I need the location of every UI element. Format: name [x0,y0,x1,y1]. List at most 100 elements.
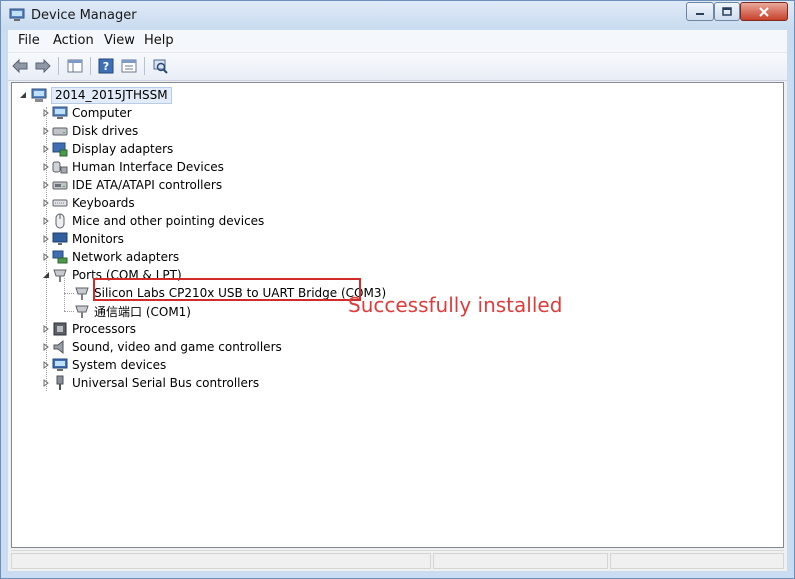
tree-item-label: Display adapters [72,142,174,156]
properties-icon [121,59,137,73]
expand-arrow-icon[interactable] [41,163,50,172]
minimize-icon [696,12,704,15]
tree-item-label: Sound, video and game controllers [72,340,282,354]
collapse-arrow-icon[interactable] [41,271,50,280]
expand-arrow-icon[interactable] [41,325,50,334]
tree-item-system-devices[interactable]: System devices [41,356,166,374]
properties-button[interactable] [120,57,138,75]
keyboard-icon [52,195,68,211]
expand-arrow-icon[interactable] [41,253,50,262]
processor-icon [52,321,68,337]
usb-icon [52,375,68,391]
display-adapter-icon [52,141,68,157]
tree-item-label: Network adapters [72,250,180,264]
tree-item-label: Computer [72,106,132,120]
tree-item-label: Disk drives [72,124,139,138]
monitor-icon [52,231,68,247]
expand-arrow-icon[interactable] [41,379,50,388]
collapse-arrow-icon[interactable] [18,91,27,100]
tree-line [64,311,74,312]
computer-icon [31,87,47,103]
back-icon [12,59,28,73]
expand-arrow-icon[interactable] [41,127,50,136]
ide-controller-icon [52,177,68,193]
tree-item-keyboards[interactable]: Keyboards [41,194,135,212]
mouse-icon [52,213,68,229]
status-bar [11,550,784,571]
help-button[interactable]: ? [97,57,115,75]
close-icon [759,6,769,17]
show-hide-console-tree-button[interactable] [66,57,84,75]
tree-item-label: System devices [72,358,167,372]
show-hide-console-tree-icon [67,59,83,73]
menu-view[interactable]: View [104,33,135,48]
tree-item-com1[interactable]: 通信端口 (COM1) [74,302,191,320]
disk-drive-icon [52,123,68,139]
toolbar-separator [58,57,59,75]
tree-item-label: Human Interface Devices [72,160,224,174]
tree-item-label: Mice and other pointing devices [72,214,265,228]
tree-item-human-interface-devices[interactable]: Human Interface Devices [41,158,224,176]
svg-text:?: ? [103,60,109,73]
forward-button[interactable] [34,57,52,75]
close-button[interactable] [740,2,788,21]
tree-item-label: 通信端口 (COM1) [94,304,191,319]
title-bar[interactable]: Device Manager [1,1,794,31]
status-cell [11,553,431,569]
computer-icon [52,105,68,121]
menu-bar: File Action View Help [8,30,787,53]
device-manager-app-icon [9,8,25,22]
tree-item-mice[interactable]: Mice and other pointing devices [41,212,264,230]
status-cell [433,553,608,569]
port-icon [52,267,68,283]
expand-arrow-icon[interactable] [41,181,50,190]
expand-arrow-icon[interactable] [41,109,50,118]
tree-item-ide-controllers[interactable]: IDE ATA/ATAPI controllers [41,176,222,194]
system-device-icon [52,357,68,373]
tree-item-label: Monitors [72,232,124,246]
client-area: File Action View Help ? 2014_2015JTHSSM … [8,30,787,571]
expand-arrow-icon[interactable] [41,235,50,244]
tree-line [64,293,74,294]
window-title: Device Manager [31,8,137,23]
tree-item-sound[interactable]: Sound, video and game controllers [41,338,282,356]
maximize-icon [722,6,732,16]
tree-item-network-adapters[interactable]: Network adapters [41,248,179,266]
back-button[interactable] [11,57,29,75]
maximize-button[interactable] [714,2,740,21]
menu-file[interactable]: File [18,33,40,48]
expand-arrow-icon[interactable] [41,361,50,370]
scan-hardware-button[interactable] [151,57,169,75]
tree-item-processors[interactable]: Processors [41,320,136,338]
tree-item-monitors[interactable]: Monitors [41,230,124,248]
tree-item-label: IDE ATA/ATAPI controllers [72,178,223,192]
speaker-icon [52,339,68,355]
scan-hardware-icon [153,59,168,74]
port-icon [74,285,90,301]
highlight-box [93,278,361,301]
network-adapter-icon [52,249,68,265]
expand-arrow-icon[interactable] [41,145,50,154]
expand-arrow-icon[interactable] [41,343,50,352]
device-tree[interactable]: 2014_2015JTHSSM Computer Disk drives Dis… [11,82,784,548]
port-icon [74,303,90,319]
tree-item-label: Processors [72,322,137,336]
tree-item-usb-controllers[interactable]: Universal Serial Bus controllers [41,374,259,392]
toolbar-separator [144,57,145,75]
toolbar-separator [90,57,91,75]
menu-help[interactable]: Help [144,33,174,48]
expand-arrow-icon[interactable] [41,217,50,226]
menu-action[interactable]: Action [53,33,94,48]
device-manager-window: Device Manager File Action View Help ? 2… [0,0,795,579]
tree-item-label: Universal Serial Bus controllers [72,376,260,390]
tree-item-computer[interactable]: Computer [41,104,132,122]
expand-arrow-icon[interactable] [41,199,50,208]
hid-icon [52,159,68,175]
tree-item-disk-drives[interactable]: Disk drives [41,122,138,140]
tree-item-label: Keyboards [72,196,135,210]
tree-item-display-adapters[interactable]: Display adapters [41,140,173,158]
tree-root[interactable]: 2014_2015JTHSSM [18,86,172,104]
root-label: 2014_2015JTHSSM [51,86,172,104]
status-cell [610,553,784,569]
minimize-button[interactable] [686,2,714,21]
